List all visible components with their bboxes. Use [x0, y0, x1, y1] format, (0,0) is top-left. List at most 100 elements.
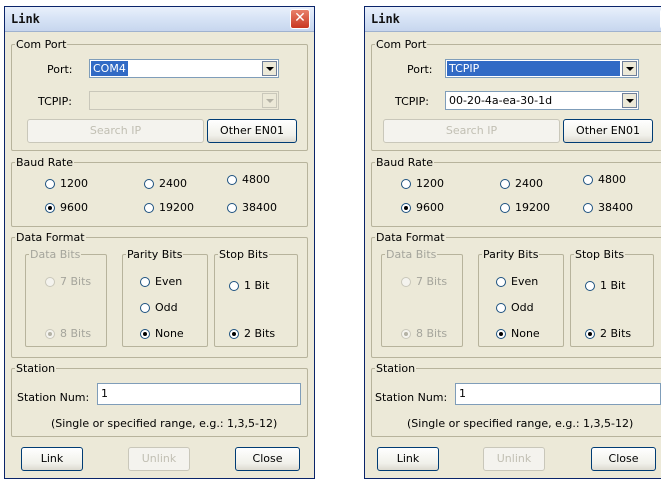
data-7bits-label: 7 Bits — [60, 275, 92, 288]
baud-19200-radio[interactable] — [500, 203, 510, 213]
data-8bits-label: 8 Bits — [60, 327, 92, 340]
baud-2400-radio[interactable] — [500, 179, 510, 189]
stop-2bits-radio[interactable] — [585, 329, 595, 339]
data-bits-legend: Data Bits — [386, 248, 437, 261]
unlink-button[interactable]: Unlink — [128, 447, 190, 471]
baud-38400-label: 38400 — [598, 201, 633, 214]
link-button[interactable]: Link — [377, 447, 439, 471]
baud-rate-group: Baud Rate — [11, 157, 308, 227]
baud-4800-label: 4800 — [242, 173, 270, 186]
close-window-button[interactable]: ✕ — [290, 9, 310, 29]
station-hint: (Single or specified range, e.g.: 1,3,5-… — [51, 417, 278, 430]
stop-1bit-label: 1 Bit — [600, 279, 626, 292]
parity-odd-radio[interactable] — [140, 303, 150, 313]
data-8bits-radio[interactable] — [45, 329, 55, 339]
data-bits-legend: Data Bits — [30, 248, 81, 261]
baud-9600-label: 9600 — [416, 201, 444, 214]
com-port-legend: Com Port — [376, 38, 427, 51]
baud-2400-label: 2400 — [515, 177, 543, 190]
station-legend: Station — [376, 362, 416, 375]
baud-rate-legend: Baud Rate — [16, 156, 73, 169]
stop-2bits-label: 2 Bits — [244, 327, 276, 340]
port-select[interactable]: COM4 — [89, 59, 279, 78]
parity-none-label: None — [511, 327, 540, 340]
baud-4800-radio[interactable] — [227, 175, 237, 185]
station-num-label: Station Num: — [375, 391, 448, 404]
chevron-down-icon[interactable] — [622, 93, 637, 108]
link-dialog-com: Link ✕ Com Port Port: COM4 TCPIP: Search… — [4, 6, 315, 479]
parity-none-radio[interactable] — [496, 329, 506, 339]
parity-odd-label: Odd — [511, 301, 534, 314]
parity-even-radio[interactable] — [140, 277, 150, 287]
tcpip-select[interactable]: 00-20-4a-ea-30-1d — [445, 91, 639, 110]
link-button[interactable]: Link — [21, 447, 83, 471]
station-num-label: Station Num: — [17, 391, 90, 404]
station-num-input[interactable]: 1 — [97, 383, 301, 405]
data-7bits-radio[interactable] — [45, 277, 55, 287]
data-7bits-radio[interactable] — [401, 277, 411, 287]
parity-none-label: None — [155, 327, 184, 340]
chevron-down-icon[interactable] — [262, 61, 277, 76]
window-title: Link — [11, 12, 40, 26]
baud-2400-label: 2400 — [159, 177, 187, 190]
parity-odd-radio[interactable] — [496, 303, 506, 313]
parity-even-label: Even — [511, 275, 539, 288]
tcpip-select[interactable] — [89, 91, 279, 110]
baud-1200-radio[interactable] — [45, 179, 55, 189]
data-format-legend: Data Format — [376, 231, 445, 244]
stop-1bit-radio[interactable] — [229, 281, 239, 291]
baud-rate-legend: Baud Rate — [376, 156, 433, 169]
search-ip-button[interactable]: Search IP — [27, 119, 204, 143]
data-8bits-radio[interactable] — [401, 329, 411, 339]
station-hint: (Single or specified range, e.g.: 1,3,5-… — [407, 417, 634, 430]
port-select-value: COM4 — [91, 61, 128, 76]
baud-2400-radio[interactable] — [144, 179, 154, 189]
tcpip-label: TCPIP: — [38, 95, 72, 108]
title-bar[interactable]: Link ✕ — [5, 7, 314, 32]
baud-38400-radio[interactable] — [583, 203, 593, 213]
com-port-legend: Com Port — [16, 38, 67, 51]
stop-2bits-label: 2 Bits — [600, 327, 632, 340]
port-select-value: TCPIP — [447, 61, 620, 76]
other-en01-button[interactable]: Other EN01 — [207, 119, 297, 143]
baud-9600-label: 9600 — [60, 201, 88, 214]
parity-bits-legend: Parity Bits — [127, 248, 183, 261]
data-8bits-label: 8 Bits — [416, 327, 448, 340]
port-label: Port: — [407, 63, 433, 76]
baud-9600-radio[interactable] — [401, 203, 411, 213]
stop-2bits-radio[interactable] — [229, 329, 239, 339]
data-format-legend: Data Format — [16, 231, 85, 244]
title-bar[interactable]: Link ✕ — [365, 7, 661, 32]
window-title: Link — [371, 12, 400, 26]
baud-9600-radio[interactable] — [45, 203, 55, 213]
baud-38400-radio[interactable] — [227, 203, 237, 213]
parity-none-radio[interactable] — [140, 329, 150, 339]
unlink-button[interactable]: Unlink — [483, 447, 545, 471]
other-en01-button[interactable]: Other EN01 — [563, 119, 653, 143]
stop-1bit-radio[interactable] — [585, 281, 595, 291]
baud-1200-label: 1200 — [60, 177, 88, 190]
baud-4800-radio[interactable] — [583, 175, 593, 185]
search-ip-button[interactable]: Search IP — [383, 119, 560, 143]
parity-even-radio[interactable] — [496, 277, 506, 287]
station-num-input[interactable]: 1 — [455, 383, 661, 405]
tcpip-label: TCPIP: — [395, 95, 429, 108]
chevron-down-icon[interactable] — [262, 93, 277, 108]
baud-4800-label: 4800 — [598, 173, 626, 186]
stop-1bit-label: 1 Bit — [244, 279, 270, 292]
port-select[interactable]: TCPIP — [445, 59, 639, 78]
port-label: Port: — [47, 63, 73, 76]
parity-even-label: Even — [155, 275, 183, 288]
chevron-down-icon[interactable] — [622, 61, 637, 76]
close-button[interactable]: Close — [235, 447, 300, 471]
baud-19200-radio[interactable] — [144, 203, 154, 213]
data-7bits-label: 7 Bits — [416, 275, 448, 288]
stop-bits-legend: Stop Bits — [219, 248, 269, 261]
baud-19200-label: 19200 — [515, 201, 550, 214]
baud-1200-radio[interactable] — [401, 179, 411, 189]
parity-odd-label: Odd — [155, 301, 178, 314]
link-dialog-tcpip: Link ✕ Com Port Port: TCPIP TCPIP: 00-20… — [364, 6, 661, 479]
baud-19200-label: 19200 — [159, 201, 194, 214]
close-button[interactable]: Close — [591, 447, 656, 471]
parity-bits-legend: Parity Bits — [483, 248, 539, 261]
